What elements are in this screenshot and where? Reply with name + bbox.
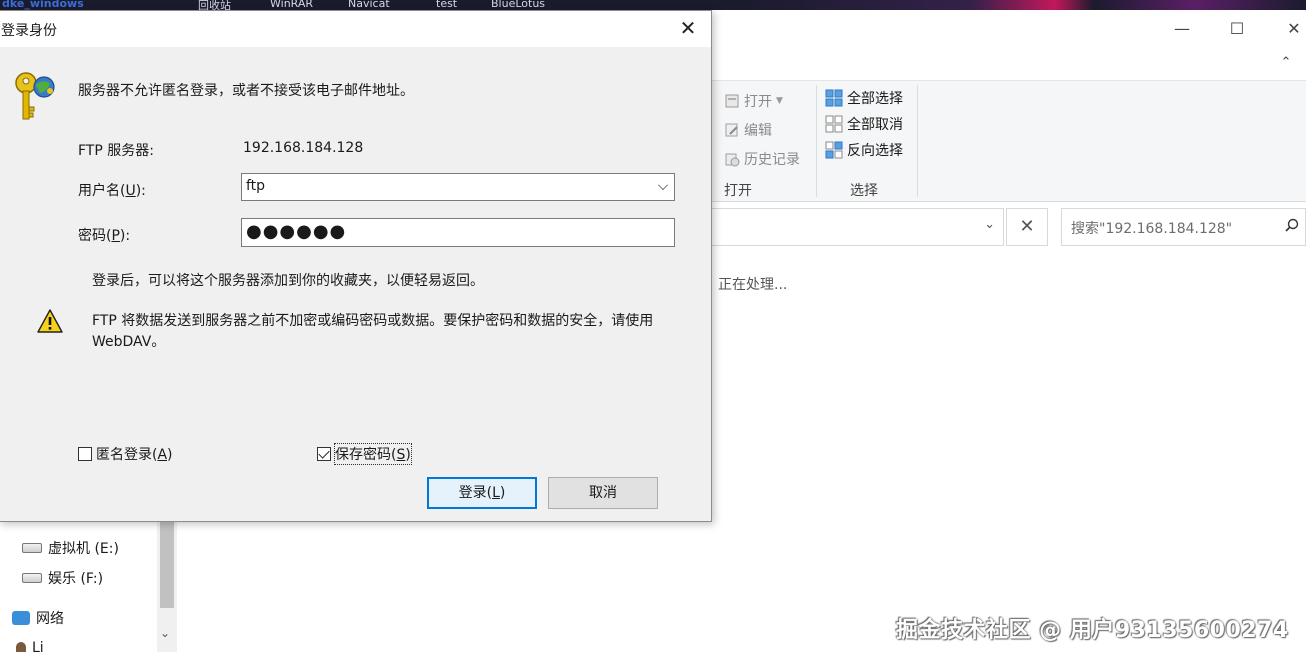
nav-item-label: Li — [32, 640, 44, 652]
ribbon-separator — [917, 85, 918, 197]
checkbox-box[interactable] — [78, 447, 92, 461]
nav-scrollbar[interactable]: ⌄ — [157, 522, 177, 652]
password-value: ●●●●●● — [246, 221, 347, 242]
dialog-message: 服务器不允许匿名登录，或者不接受该电子邮件地址。 — [78, 83, 414, 99]
ribbon-select-none-button[interactable]: 全部取消 — [825, 114, 903, 134]
ribbon-history-button[interactable]: 历史记录 — [724, 149, 800, 169]
scroll-down-icon[interactable]: ⌄ — [160, 626, 170, 640]
cancel-button[interactable]: 取消 — [548, 477, 658, 509]
nav-item-network[interactable]: 网络 — [12, 608, 64, 628]
scrollbar-thumb[interactable] — [160, 522, 174, 608]
password-field[interactable]: ●●●●●● — [241, 218, 675, 247]
desktop-strip: dke_windows 回收站 WinRAR Navicat test Blue… — [0, 0, 1306, 10]
desktop-item[interactable]: 回收站 — [198, 0, 231, 10]
ribbon-edit-label: 编辑 — [744, 123, 772, 139]
wallpaper-decoration — [748, 0, 1306, 10]
linux-icon — [16, 642, 26, 652]
select-all-icon — [825, 89, 843, 107]
nav-item-label: 网络 — [36, 611, 64, 627]
security-warning-line2: WebDAV。 — [92, 334, 166, 350]
username-combobox[interactable]: ftp — [241, 173, 675, 201]
open-icon — [725, 94, 739, 108]
dialog-titlebar[interactable]: 登录身份 ✕ — [0, 11, 711, 47]
ribbon-invert-selection-button[interactable]: 反向选择 — [825, 140, 903, 160]
collapse-ribbon-icon[interactable]: ⌃ — [1272, 52, 1300, 74]
ribbon-select-none-label: 全部取消 — [847, 117, 903, 133]
warning-icon — [37, 309, 63, 333]
ribbon-invert-selection-label: 反向选择 — [847, 143, 903, 159]
navigation-pane: 虚拟机 (E:) 娱乐 (F:) 网络 Li ⌄ — [0, 522, 178, 652]
nav-item-label: 虚拟机 (E:) — [48, 541, 119, 557]
nav-item-drive-e[interactable]: 虚拟机 (E:) — [22, 538, 119, 558]
close-button[interactable]: ✕ — [1280, 18, 1306, 40]
ribbon-edit-button[interactable]: 编辑 — [724, 120, 772, 140]
address-bar[interactable]: ⌄ — [712, 208, 1004, 246]
security-warning-line1: FTP 将数据发送到服务器之前不加密或编码密码或数据。要保护密码和数据的安全，请… — [92, 313, 654, 329]
status-text: 正在处理... — [718, 277, 788, 293]
chevron-down-icon: ▼ — [776, 96, 783, 106]
save-password-checkbox[interactable]: 保存密码(S) — [317, 443, 412, 465]
ribbon-history-label: 历史记录 — [744, 152, 800, 168]
edit-icon — [725, 123, 738, 137]
ribbon-select-all-label: 全部选择 — [847, 91, 903, 107]
desktop-item[interactable]: dke_windows — [2, 0, 84, 10]
server-value: 192.168.184.128 — [243, 140, 364, 156]
nav-item-label: 娱乐 (F:) — [48, 571, 104, 587]
ribbon-group-select-label: 选择 — [850, 183, 878, 199]
username-value: ftp — [246, 178, 266, 194]
desktop-item[interactable]: test — [436, 0, 457, 10]
history-icon — [725, 153, 740, 167]
watermark: 掘金技术社区 @ 用户93135600274 — [896, 618, 1289, 643]
dialog-close-button[interactable]: ✕ — [673, 15, 703, 41]
search-icon[interactable] — [1285, 218, 1299, 232]
server-label: FTP 服务器: — [78, 143, 154, 159]
drive-icon — [22, 573, 42, 583]
chevron-down-icon[interactable]: ⌄ — [984, 217, 995, 232]
key-icon — [15, 72, 55, 120]
anonymous-login-label: 匿名登录(A) — [96, 447, 173, 463]
search-input[interactable]: 搜索"192.168.184.128" — [1061, 208, 1306, 246]
password-label: 密码(P): — [78, 228, 131, 244]
minimize-button[interactable]: — — [1168, 18, 1196, 40]
nav-item-drive-f[interactable]: 娱乐 (F:) — [22, 568, 103, 588]
ribbon-open-button[interactable]: 打开 ▼ — [724, 91, 783, 111]
drive-icon — [22, 543, 42, 553]
desktop-item[interactable]: WinRAR — [270, 0, 313, 10]
dialog-title: 登录身份 — [1, 23, 57, 39]
login-button[interactable]: 登录(L) — [427, 477, 537, 509]
ribbon-select-all-button[interactable]: 全部选择 — [825, 88, 903, 108]
save-password-label: 保存密码(S) — [334, 443, 412, 465]
select-none-icon — [825, 115, 843, 133]
favorites-info: 登录后，可以将这个服务器添加到你的收藏夹，以便轻易返回。 — [92, 273, 484, 289]
ribbon-separator — [816, 85, 817, 197]
anonymous-login-checkbox[interactable]: 匿名登录(A) — [78, 444, 173, 464]
ribbon: 打开 ▼ 编辑 历史记录 打开 全部选择 全部取消 反向选择 选择 — [712, 80, 1306, 202]
login-dialog: 登录身份 ✕ 服务器不允许匿名登录，或者不接受该电子邮件地址。 FTP 服务器:… — [0, 10, 712, 522]
username-label: 用户名(U): — [78, 183, 146, 199]
network-icon — [12, 611, 30, 625]
ribbon-open-label: 打开 — [744, 94, 772, 110]
invert-selection-icon — [825, 141, 843, 159]
ribbon-group-open-label: 打开 — [724, 183, 752, 199]
checkbox-box-checked[interactable] — [317, 447, 331, 461]
chevron-down-icon[interactable] — [658, 180, 668, 190]
search-placeholder: 搜索"192.168.184.128" — [1071, 221, 1233, 237]
maximize-button[interactable]: ☐ — [1223, 18, 1251, 40]
desktop-item[interactable]: BlueLotus — [491, 0, 545, 10]
stop-loading-button[interactable]: ✕ — [1006, 208, 1048, 246]
nav-item-linux[interactable]: Li — [16, 640, 44, 652]
desktop-item[interactable]: Navicat — [348, 0, 390, 10]
